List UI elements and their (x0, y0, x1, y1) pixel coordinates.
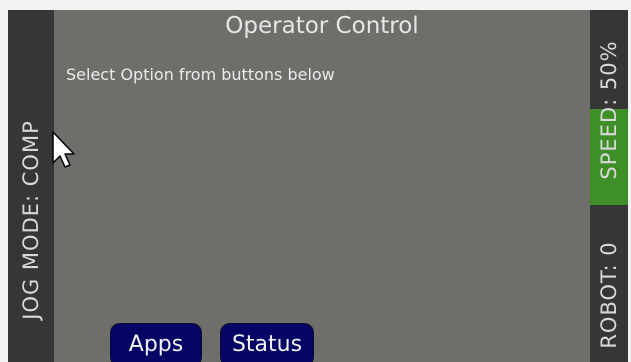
instruction-text: Select Option from buttons below (66, 65, 335, 84)
right-status-bar: SPEED: 50% ROBOT: 0 (590, 10, 628, 362)
page-title: Operator Control (225, 13, 419, 39)
operator-control-panel: Operator Control Select Option from butt… (54, 10, 590, 362)
left-status-bar: JOG MODE: COMP (8, 10, 54, 362)
pendant-screen: JOG MODE: COMP Operator Control Select O… (8, 10, 628, 362)
robot-label[interactable]: ROBOT: 0 (597, 241, 621, 348)
speed-label: SPEED: 50% (597, 40, 621, 180)
mouse-pointer-icon (52, 131, 75, 168)
apps-button[interactable]: Apps (110, 323, 202, 362)
status-button[interactable]: Status (220, 323, 314, 362)
jog-mode-label[interactable]: JOG MODE: COMP (19, 120, 43, 319)
